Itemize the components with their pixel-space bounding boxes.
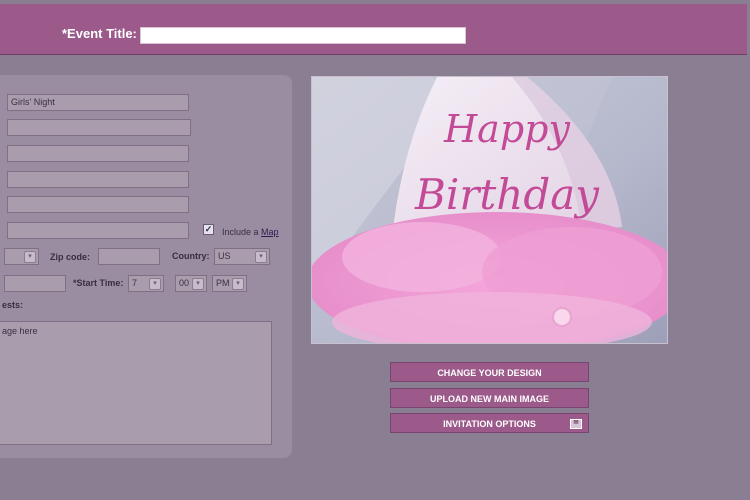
form-field-2[interactable] <box>7 119 191 136</box>
hat-text-line2: Birthday <box>414 170 600 219</box>
chevron-down-icon: ▾ <box>149 278 161 290</box>
country-label: Country: <box>172 251 210 261</box>
minute-value: 00 <box>179 278 190 288</box>
chevron-down-icon: ▾ <box>192 278 204 290</box>
hat-text-line1: Happy <box>443 107 570 151</box>
event-name-field[interactable]: Girls' Night <box>7 94 189 111</box>
ampm-select[interactable]: PM ▾ <box>212 275 247 292</box>
form-field-3[interactable] <box>7 145 189 162</box>
zip-code-label: Zip code: <box>50 252 90 262</box>
include-map-label: Include a Map <box>222 227 279 237</box>
hour-select[interactable]: 7 ▾ <box>128 275 164 292</box>
change-design-button[interactable]: CHANGE YOUR DESIGN <box>390 362 589 382</box>
form-field-5[interactable] <box>7 196 189 213</box>
date-input[interactable] <box>4 275 66 292</box>
guests-label: ests: <box>2 300 24 310</box>
hour-value: 7 <box>132 278 138 288</box>
upload-image-button[interactable]: UPLOAD NEW MAIN IMAGE <box>390 388 589 408</box>
country-value: US <box>218 251 231 261</box>
ampm-value: PM <box>216 278 230 288</box>
form-field-4[interactable] <box>7 171 189 188</box>
invitation-options-label: INVITATION OPTIONS <box>443 419 536 429</box>
map-link[interactable]: Map <box>261 227 279 237</box>
event-title-input[interactable] <box>140 27 466 44</box>
event-title-label: *Event Title: <box>62 26 137 41</box>
zip-code-input[interactable] <box>98 248 160 265</box>
main-image: Happy Birthday <box>311 76 668 344</box>
mail-icon: ✉ <box>570 419 582 429</box>
chevron-down-icon: ▾ <box>24 251 36 263</box>
country-select[interactable]: US ▾ <box>214 248 270 265</box>
message-text: age here <box>2 326 38 336</box>
chevron-down-icon: ▾ <box>232 278 244 290</box>
event-title-bar: *Event Title: <box>0 4 747 55</box>
include-map-checkbox[interactable]: ✓ <box>203 224 214 235</box>
start-time-label: *Start Time: <box>73 278 124 288</box>
form-field-6[interactable] <box>7 222 189 239</box>
message-textarea[interactable]: age here <box>0 321 272 445</box>
invitation-options-button[interactable]: INVITATION OPTIONS ✉ <box>390 413 589 433</box>
birthday-hat-image: Happy Birthday <box>312 77 667 343</box>
include-map-prefix: Include a <box>222 227 259 237</box>
chevron-down-icon: ▾ <box>255 251 267 263</box>
state-select[interactable]: ▾ <box>4 248 39 265</box>
minute-select[interactable]: 00 ▾ <box>175 275 207 292</box>
